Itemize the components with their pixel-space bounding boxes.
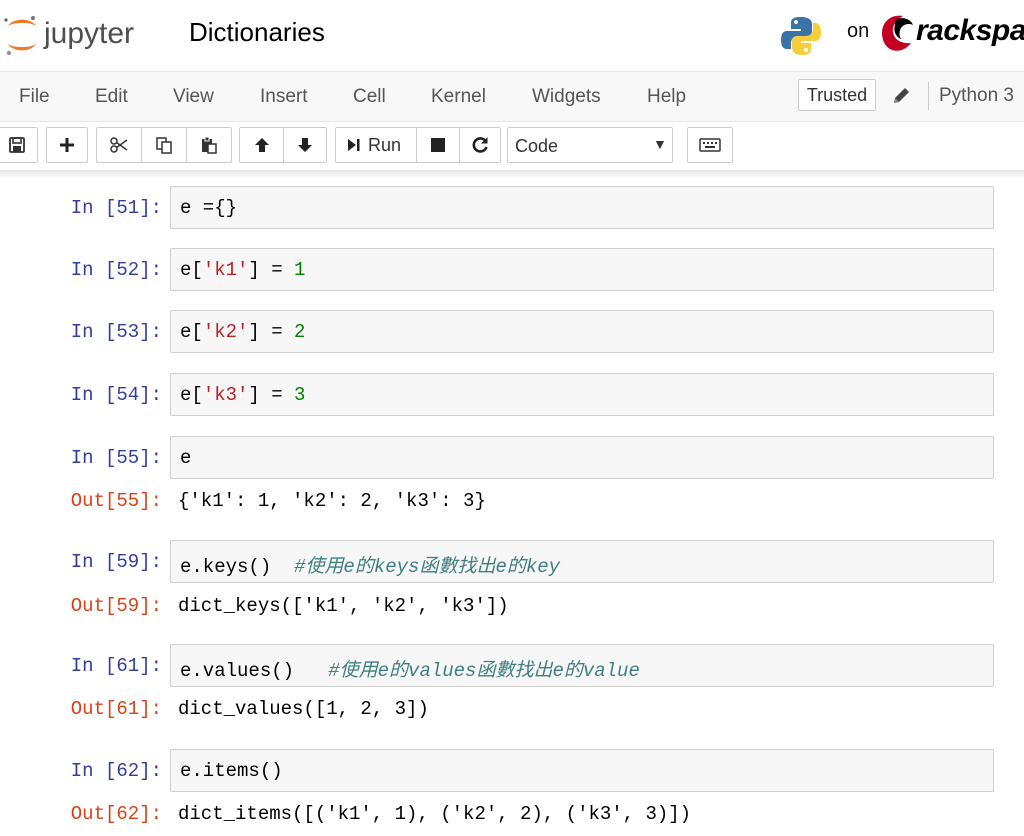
- restart-kernel-button[interactable]: [459, 127, 501, 163]
- jupyter-wordmark: jupyter: [43, 17, 134, 50]
- kernel-name[interactable]: Python 3: [939, 85, 1014, 107]
- output-prompt: Out[59]:: [70, 595, 162, 617]
- stop-icon: [431, 138, 445, 152]
- copy-button[interactable]: [141, 127, 187, 163]
- menu-cell[interactable]: Cell: [353, 86, 386, 108]
- pencil-icon[interactable]: [891, 86, 913, 106]
- kernel-divider: [928, 82, 929, 110]
- notebook-title[interactable]: Dictionaries: [189, 17, 325, 48]
- number-token: 1: [294, 259, 306, 281]
- menu-kernel[interactable]: Kernel: [431, 86, 486, 108]
- rackspace-wordmark: rackspace: [916, 14, 1024, 47]
- save-icon: [9, 137, 25, 153]
- input-prompt: In [62]:: [70, 760, 162, 782]
- code-cell-input[interactable]: [170, 749, 994, 792]
- output-prompt: Out[55]:: [70, 490, 162, 512]
- run-icon: [348, 139, 360, 151]
- code-line[interactable]: e['k2'] = 2: [180, 321, 305, 343]
- cut-button[interactable]: [96, 127, 142, 163]
- paste-icon: [202, 136, 217, 154]
- move-up-button[interactable]: [239, 127, 284, 163]
- copy-icon: [156, 137, 172, 154]
- output-prompt: Out[61]:: [70, 698, 162, 720]
- code-token: ] =: [248, 321, 295, 343]
- menu-help[interactable]: Help: [647, 86, 686, 108]
- code-token: ] =: [248, 259, 295, 281]
- command-palette-button[interactable]: [687, 127, 733, 163]
- insert-cell-button[interactable]: [46, 127, 88, 163]
- code-line[interactable]: e.keys() #使用e的keys函數找出e的key: [180, 551, 560, 578]
- code-token: e[: [180, 321, 203, 343]
- toolbar-shadow: [0, 170, 1024, 178]
- code-line[interactable]: e: [180, 447, 191, 469]
- cell-output: {'k1': 1, 'k2': 2, 'k3': 3}: [178, 490, 486, 512]
- code-token: ] =: [248, 384, 295, 406]
- input-prompt: In [54]:: [70, 384, 162, 406]
- comment-token: #使用e的values函數找出e的value: [328, 660, 640, 682]
- output-prompt: Out[62]:: [70, 803, 162, 825]
- run-label: Run: [368, 134, 402, 155]
- input-prompt: In [53]:: [70, 321, 162, 343]
- jupyter-logo[interactable]: jupyter: [0, 10, 165, 60]
- keyboard-icon: [699, 138, 721, 152]
- string-token: 'k1': [202, 259, 249, 281]
- scissors-icon: [110, 137, 128, 153]
- arrow-down-icon: [298, 138, 312, 152]
- cell-output: dict_items([('k1', 1), ('k2', 2), ('k3',…: [178, 803, 692, 825]
- cell-output: dict_values([1, 2, 3]): [178, 698, 429, 720]
- run-button[interactable]: Run: [335, 127, 417, 163]
- cell-type-select[interactable]: Code ▼: [507, 127, 673, 163]
- restart-icon: [472, 137, 488, 153]
- code-line[interactable]: e.values() #使用e的values函數找出e的value: [180, 655, 640, 682]
- on-label: on: [847, 20, 870, 42]
- code-line[interactable]: e['k3'] = 3: [180, 384, 305, 406]
- menu-view[interactable]: View: [173, 86, 214, 108]
- cell-type-value: Code: [515, 136, 559, 156]
- arrow-up-icon: [254, 138, 269, 152]
- python-logo-icon: [781, 17, 821, 55]
- interrupt-kernel-button[interactable]: [416, 127, 460, 163]
- number-token: 2: [294, 321, 306, 343]
- code-token: e.keys(): [180, 556, 295, 578]
- string-token: 'k2': [202, 321, 249, 343]
- input-prompt: In [51]:: [70, 197, 162, 219]
- trusted-indicator[interactable]: Trusted: [798, 79, 876, 111]
- code-token: e[: [180, 384, 203, 406]
- move-down-button[interactable]: [283, 127, 327, 163]
- string-token: 'k3': [202, 384, 249, 406]
- code-token: e ={}: [180, 197, 238, 219]
- menu-widgets[interactable]: Widgets: [532, 86, 601, 108]
- code-line[interactable]: e ={}: [180, 197, 237, 219]
- cell-output: dict_keys(['k1', 'k2', 'k3']): [178, 595, 509, 617]
- menu-insert[interactable]: Insert: [260, 86, 308, 108]
- menu-file[interactable]: File: [19, 86, 50, 108]
- plus-icon: [60, 138, 74, 152]
- chevron-down-icon: ▼: [653, 136, 667, 152]
- number-token: 3: [294, 384, 306, 406]
- save-button[interactable]: [0, 127, 38, 163]
- input-prompt: In [55]:: [70, 447, 162, 469]
- code-cell-input[interactable]: [170, 436, 994, 479]
- paste-button[interactable]: [186, 127, 232, 163]
- code-line[interactable]: e.items(): [180, 760, 283, 782]
- menu-edit[interactable]: Edit: [95, 86, 128, 108]
- code-token: e[: [180, 259, 203, 281]
- comment-token: #使用e的keys函數找出e的key: [294, 556, 561, 578]
- code-token: e: [180, 447, 192, 469]
- input-prompt: In [52]:: [70, 259, 162, 281]
- notebook-header: jupyter Dictionaries on rackspace: [0, 0, 1024, 72]
- code-cell-input[interactable]: [170, 186, 994, 229]
- input-prompt: In [61]:: [70, 655, 162, 677]
- input-prompt: In [59]:: [70, 551, 162, 573]
- code-line[interactable]: e['k1'] = 1: [180, 259, 305, 281]
- code-token: e.values(): [180, 660, 329, 682]
- code-token: e.items(): [180, 760, 283, 782]
